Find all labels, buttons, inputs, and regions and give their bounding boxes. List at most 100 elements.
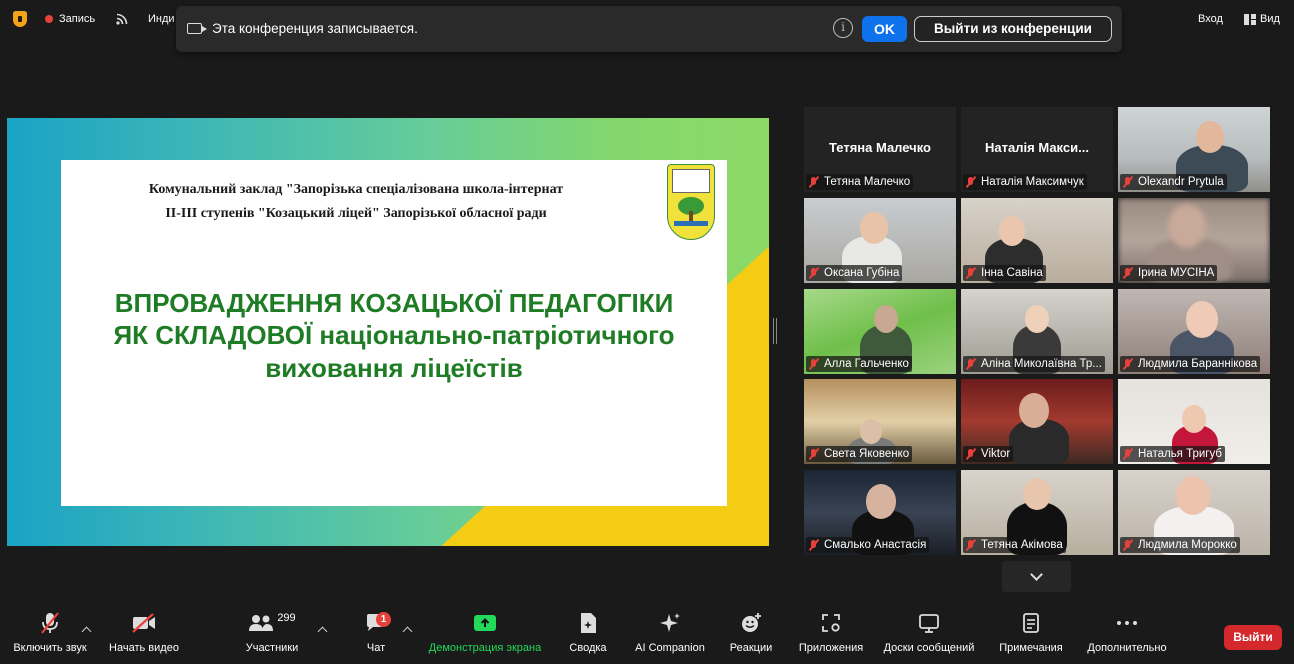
mic-muted-icon xyxy=(808,539,820,551)
participant-display-name: Наталія Макси... xyxy=(985,140,1089,155)
participant-name-label: Оксана Губіна xyxy=(806,265,903,281)
unmute-label: Включить звук xyxy=(13,642,87,654)
ellipsis-icon xyxy=(1117,621,1137,625)
participant-name: Оксана Губіна xyxy=(824,267,900,279)
video-off-icon xyxy=(132,613,155,633)
sparkle-icon xyxy=(660,613,680,632)
summary-doc-icon xyxy=(581,613,596,633)
mic-muted-icon xyxy=(1122,176,1134,188)
more-label: Дополнительно xyxy=(1087,642,1167,654)
security-button[interactable] xyxy=(13,10,27,28)
participant-tile[interactable]: Света Яковенко xyxy=(804,379,956,464)
participant-name: Наталья Тригуб xyxy=(1138,448,1222,460)
participant-tile[interactable]: Тетяна Малечко Тетяна Малечко xyxy=(804,107,956,192)
apps-label: Приложения xyxy=(798,642,864,654)
participant-name-label: Аліна Миколаївна Тр... xyxy=(963,356,1105,372)
recording-camera-icon xyxy=(187,23,207,34)
share-screen-button[interactable]: Демонстрация экрана xyxy=(425,608,545,664)
participant-tile[interactable]: Тетяна Акімова xyxy=(961,470,1113,555)
slide-title-line-3: виховання ліцеїстів xyxy=(265,353,523,383)
chat-button[interactable]: 1 Чат xyxy=(356,608,396,664)
gallery-next-page-button[interactable] xyxy=(1002,561,1071,592)
record-dot-icon xyxy=(45,15,53,23)
mic-muted-icon xyxy=(965,358,977,370)
more-button[interactable]: Дополнительно xyxy=(1083,608,1171,664)
slide-card: Комунальний заклад "Запорізька спеціаліз… xyxy=(61,160,727,506)
participants-label: Участники xyxy=(245,642,299,654)
mic-muted-icon xyxy=(1122,267,1134,279)
summary-label: Сводка xyxy=(569,642,607,654)
participant-tile[interactable]: Наталія Макси... Наталія Максимчук xyxy=(961,107,1113,192)
participants-options-caret[interactable] xyxy=(317,626,328,637)
participant-name-label: Алла Гальченко xyxy=(806,356,912,372)
participant-tile[interactable]: Ірина МУСІНА xyxy=(1118,198,1270,283)
shared-screen: Комунальний заклад "Запорізька спеціаліз… xyxy=(7,118,769,546)
participant-tile[interactable]: Наталья Тригуб xyxy=(1118,379,1270,464)
participant-name: Людмила Бараннікова xyxy=(1138,358,1258,370)
unmute-button[interactable]: Включить звук xyxy=(10,608,90,664)
start-video-button[interactable]: Начать видео xyxy=(106,608,182,664)
apps-button[interactable]: Приложения xyxy=(795,608,867,664)
participant-name: Olexandr Prytula xyxy=(1138,176,1224,188)
institution-line-1: Комунальний заклад "Запорізька спеціаліз… xyxy=(148,182,564,197)
participant-name: Алла Гальченко xyxy=(824,358,909,370)
participant-tile[interactable]: Viktor xyxy=(961,379,1113,464)
participant-name: Смалько Анастасія xyxy=(824,539,927,551)
participant-tile[interactable]: Людмила Бараннікова xyxy=(1118,289,1270,374)
shield-icon xyxy=(13,11,27,27)
participant-name: Наталія Максимчук xyxy=(981,176,1084,188)
chevron-down-icon xyxy=(1030,568,1043,581)
share-screen-label: Демонстрация экрана xyxy=(428,642,542,654)
participant-name: Ірина МУСІНА xyxy=(1138,267,1215,279)
whiteboards-label: Доски сообщений xyxy=(883,642,975,654)
leave-meeting-button[interactable]: Выйти xyxy=(1224,625,1282,650)
whiteboards-button[interactable]: Доски сообщений xyxy=(880,608,978,664)
participant-name-label: Людмила Бараннікова xyxy=(1120,356,1261,372)
participant-tile[interactable]: Інна Савіна xyxy=(961,198,1113,283)
summary-button[interactable]: Сводка xyxy=(565,608,611,664)
chat-label: Чат xyxy=(366,642,386,654)
reactions-button[interactable]: Реакции xyxy=(727,608,775,664)
chat-options-caret[interactable] xyxy=(402,626,413,637)
participants-button[interactable]: 299 Участники xyxy=(240,608,304,664)
live-stream-button[interactable] xyxy=(115,10,129,28)
mic-muted-icon xyxy=(1122,448,1134,460)
start-video-label: Начать видео xyxy=(109,642,179,654)
people-icon xyxy=(249,615,274,631)
participant-name-label: Olexandr Prytula xyxy=(1120,174,1227,190)
signin-button[interactable]: Вход xyxy=(1198,10,1223,28)
participant-name: Аліна Миколаївна Тр... xyxy=(981,358,1102,370)
recording-notice-message: Эта конференция записывается. xyxy=(212,21,418,36)
leave-conference-button[interactable]: Выйти из конференции xyxy=(914,16,1112,42)
reactions-label: Реакции xyxy=(729,642,773,654)
mic-muted-icon xyxy=(808,448,820,460)
share-screen-icon xyxy=(474,615,496,631)
slide-title-line-1: ВПРОВАДЖЕННЯ КОЗАЦЬКОЇ ПЕДАГОГІКИ xyxy=(114,288,674,318)
apps-icon xyxy=(822,614,840,632)
panel-resize-handle[interactable] xyxy=(773,318,777,344)
participant-name-label: Света Яковенко xyxy=(806,446,913,462)
recording-notice-banner: Эта конференция записывается. i OK Выйти… xyxy=(176,6,1122,52)
slide-title-line-2: ЯК СКЛАДОВОЇ національно-патріотичного xyxy=(113,320,675,350)
broadcast-icon xyxy=(116,13,128,25)
info-icon[interactable]: i xyxy=(833,18,853,38)
notes-icon xyxy=(1023,613,1039,633)
ai-companion-button[interactable]: AI Companion xyxy=(630,608,710,664)
ok-button[interactable]: OK xyxy=(862,16,907,42)
participant-name-label: Смалько Анастасія xyxy=(806,537,930,553)
participant-tile[interactable]: Olexandr Prytula xyxy=(1118,107,1270,192)
indicator-button[interactable]: Инди xyxy=(148,10,175,28)
participant-name-label: Людмила Морокко xyxy=(1120,537,1240,553)
notes-button[interactable]: Примечания xyxy=(996,608,1066,664)
mic-muted-icon xyxy=(965,448,977,460)
participant-tile[interactable]: Оксана Губіна xyxy=(804,198,956,283)
view-button[interactable]: Вид xyxy=(1244,10,1280,28)
mic-muted-icon xyxy=(965,176,977,188)
recording-indicator[interactable]: Запись xyxy=(45,10,95,28)
participant-tile[interactable]: Алла Гальченко xyxy=(804,289,956,374)
participant-tile[interactable]: Аліна Миколаївна Тр... xyxy=(961,289,1113,374)
participant-tile[interactable]: Людмила Морокко xyxy=(1118,470,1270,555)
ai-companion-label: AI Companion xyxy=(635,642,705,654)
participant-tile[interactable]: Смалько Анастасія xyxy=(804,470,956,555)
chat-unread-badge: 1 xyxy=(376,612,391,627)
